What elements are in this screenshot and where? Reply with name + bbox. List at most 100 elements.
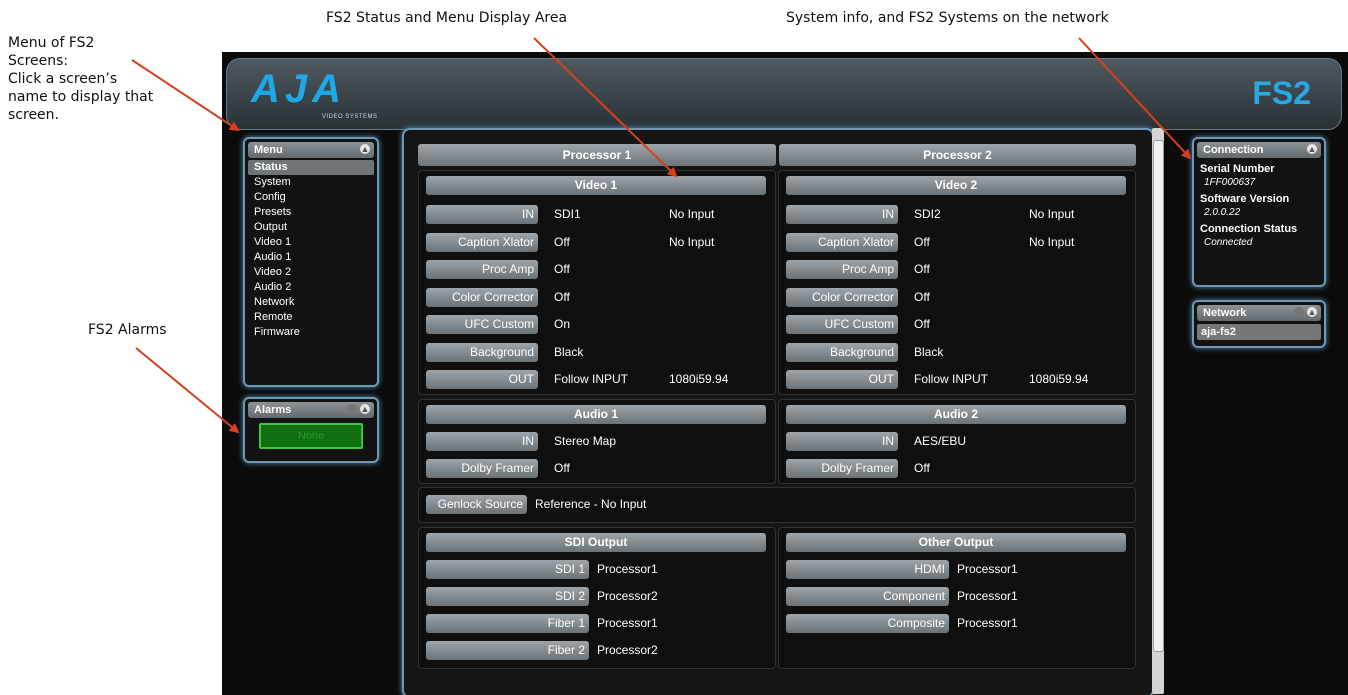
video2-row-label[interactable]: Caption Xlator <box>786 232 898 252</box>
collapse-icon[interactable]: ▲ <box>360 144 370 154</box>
video1-row-label[interactable]: Caption Xlator <box>426 232 538 252</box>
menu-panel-title: Menu ▲ <box>248 142 374 158</box>
connection-panel: Connection ▲ Serial Number 1FF000637 Sof… <box>1192 137 1326 287</box>
menu-panel: Menu ▲ Status System Config Presets Output Vi… <box>243 137 379 387</box>
sdi-output-row-value: Processor1 <box>597 562 658 576</box>
video2-row-value: Follow INPUT <box>914 372 989 386</box>
other-output-row-label[interactable]: Component <box>786 587 949 606</box>
video2-row-extra <box>1029 343 1129 362</box>
video2-row-value: Off <box>914 289 930 304</box>
video2-title: Video 2 <box>786 176 1126 195</box>
callout-menu-line: name to display that <box>8 89 154 105</box>
video1-row-value: Off <box>554 234 570 249</box>
audio2-row-value: AES/EBU <box>914 434 967 448</box>
video1-row-label[interactable]: IN <box>426 205 538 224</box>
video1-row-label[interactable]: UFC Custom <box>426 315 538 334</box>
menu-item-video-1[interactable]: Video 1 <box>248 235 374 250</box>
connection-title-label: Connection <box>1203 144 1264 156</box>
processor-2-header: Processor 2 <box>779 144 1136 166</box>
sdi-output-row-value: Processor2 <box>597 589 658 603</box>
audio1-row-label[interactable]: Dolby Framer <box>426 459 538 478</box>
callout-system-info: System info, and FS2 Systems on the netw… <box>786 10 1109 26</box>
collapse-icon[interactable]: ▲ <box>360 404 370 414</box>
app-header: AJA VIDEO SYSTEMS FS2 <box>226 58 1342 130</box>
video1-row-label[interactable]: OUT <box>426 370 538 389</box>
video2-row-extra: No Input <box>1029 207 1075 221</box>
callout-menu-line: Menu of FS2 <box>8 35 95 51</box>
audio2-title: Audio 2 <box>786 405 1126 424</box>
callout-menu: Menu of FS2 Screens: Click a screen’s na… <box>8 34 153 124</box>
video2-row-extra <box>1029 315 1129 334</box>
sdi-output-row-label[interactable]: SDI 2 <box>426 587 589 606</box>
product-name: FS2 <box>1252 75 1311 111</box>
alarms-panel: Alarms ▲ None <box>243 397 379 463</box>
video2-row-label[interactable]: UFC Custom <box>786 315 898 334</box>
video2-row-label[interactable]: Background <box>786 342 898 362</box>
audio2-row-label[interactable]: Dolby Framer <box>786 459 898 478</box>
menu-item-remote[interactable]: Remote <box>248 310 374 325</box>
video2-row-extra <box>1029 288 1129 307</box>
network-system-item[interactable]: aja-fs2 <box>1197 324 1321 340</box>
video2-row-label[interactable]: OUT <box>786 370 898 389</box>
video2-row-value: Black <box>914 344 944 359</box>
sdi-output-row-label[interactable]: Fiber 1 <box>426 614 589 633</box>
video2-row-value: SDI2 <box>914 207 941 221</box>
connection-status-label: Connection Status <box>1200 223 1298 235</box>
software-version-label: Software Version <box>1200 193 1290 205</box>
video1-row-extra: No Input <box>669 207 715 221</box>
scrollbar-thumb[interactable] <box>1153 140 1164 652</box>
other-output-row-value: Processor1 <box>957 562 1018 576</box>
collapse-icon[interactable]: ▲ <box>1307 144 1317 154</box>
callout-menu-line: Screens: <box>8 53 69 69</box>
callout-status-area: FS2 Status and Menu Display Area <box>326 10 568 26</box>
sdi-output-row-value: Processor2 <box>597 643 658 657</box>
audio1-row-value: Off <box>554 461 570 475</box>
menu-item-config[interactable]: Config <box>248 190 374 205</box>
video1-row-value: Off <box>554 262 570 276</box>
aja-logo-subtitle: VIDEO SYSTEMS <box>322 114 378 120</box>
video1-row-value: Black <box>554 344 584 359</box>
audio2-row-label[interactable]: IN <box>786 432 898 451</box>
connection-status-value: Connected <box>1204 237 1253 248</box>
video1-row-extra <box>669 343 769 362</box>
video1-row-label[interactable]: Color Corrector <box>426 287 538 307</box>
genlock-source-value: Reference - No Input <box>535 497 647 511</box>
video1-row-value: On <box>554 317 571 331</box>
sdi-output-row-label[interactable]: SDI 1 <box>426 560 589 579</box>
connection-panel-title: Connection ▲ <box>1197 142 1321 158</box>
other-output-title: Other Output <box>786 533 1126 552</box>
sdi-output-row-label[interactable]: Fiber 2 <box>426 641 589 660</box>
menu-item-presets[interactable]: Presets <box>248 205 374 220</box>
collapse-icon[interactable]: ▲ <box>1307 307 1317 317</box>
video1-row-label[interactable]: Proc Amp <box>426 260 538 279</box>
video2-row-label[interactable]: Color Corrector <box>786 287 898 307</box>
video2-row-label[interactable]: Proc Amp <box>786 260 898 279</box>
video1-row-label[interactable]: Background <box>426 342 538 362</box>
callout-menu-line: screen. <box>8 107 59 123</box>
other-output-row-label[interactable]: HDMI <box>786 560 949 579</box>
alarm-status-button[interactable]: None <box>259 423 363 449</box>
audio1-row-label[interactable]: IN <box>426 432 538 451</box>
refresh-icon[interactable] <box>347 404 357 414</box>
alarms-panel-title: Alarms ▲ <box>248 402 374 418</box>
video2-row-label[interactable]: IN <box>786 205 898 224</box>
other-output-row-label[interactable]: Composite <box>786 614 949 633</box>
menu-item-output[interactable]: Output <box>248 220 374 235</box>
menu-item-status[interactable]: Status <box>248 160 374 175</box>
menu-item-network[interactable]: Network <box>248 295 374 310</box>
video1-row-value: SDI1 <box>554 207 581 221</box>
video1-row-extra <box>669 315 769 334</box>
video2-row-value: Off <box>914 262 930 276</box>
menu-item-audio-2[interactable]: Audio 2 <box>248 280 374 295</box>
other-output-row-value: Processor1 <box>957 589 1018 603</box>
menu-item-video-2[interactable]: Video 2 <box>248 265 374 280</box>
menu-item-firmware[interactable]: Firmware <box>248 325 374 340</box>
refresh-icon[interactable] <box>1294 307 1304 317</box>
menu-item-audio-1[interactable]: Audio 1 <box>248 250 374 265</box>
video2-row-value: Off <box>914 317 930 331</box>
genlock-source-label[interactable]: Genlock Source <box>426 495 527 514</box>
video2-row-value: Off <box>914 234 930 249</box>
menu-list: Status System Config Presets Output Video 1 Au… <box>245 160 377 340</box>
menu-item-system[interactable]: System <box>248 175 374 190</box>
main-scrollbar[interactable] <box>1152 128 1164 694</box>
